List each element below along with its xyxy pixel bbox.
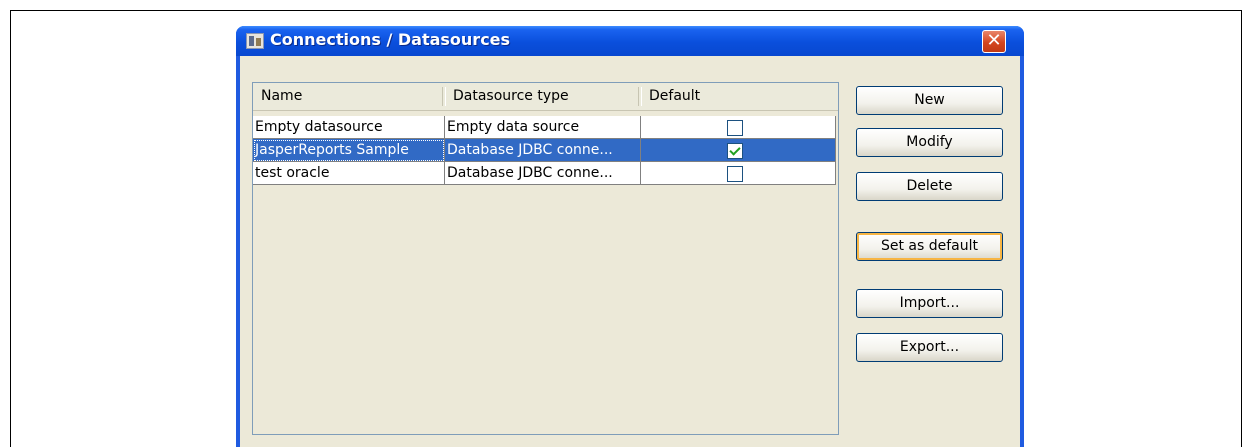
window-title: Connections / Datasources [270,30,511,49]
datasource-table[interactable]: Name Datasource type Default Empty datas… [252,82,839,435]
cell-default [641,116,836,139]
column-header-name[interactable]: Name [253,83,442,110]
table-row[interactable]: test oracle Database JDBC conne... [253,162,836,185]
default-checkbox[interactable] [727,143,743,159]
close-icon: ✕ [986,30,1002,51]
title-bar[interactable]: Connections / Datasources ✕ [236,26,1024,56]
column-header-default[interactable]: Default [641,83,834,110]
new-button[interactable]: New [856,86,1003,115]
cell-type: Empty data source [445,116,641,139]
cell-name: JasperReports Sample [253,139,445,162]
cell-default [641,139,836,162]
default-checkbox[interactable] [727,120,743,136]
cell-type: Database JDBC conne... [445,139,641,162]
modify-button[interactable]: Modify [856,128,1003,157]
table-row[interactable]: JasperReports Sample Database JDBC conne… [253,139,836,162]
set-default-button[interactable]: Set as default [856,232,1003,261]
app-icon [246,33,264,49]
cell-name: test oracle [253,162,445,185]
import-button[interactable]: Import... [856,289,1003,318]
column-header-type[interactable]: Datasource type [445,83,638,110]
cell-default [641,162,836,185]
datasources-dialog: Connections / Datasources ✕ Name Datasou… [236,26,1024,447]
cell-name: Empty datasource [253,116,445,139]
dialog-content: Name Datasource type Default Empty datas… [240,56,1020,447]
cell-type: Database JDBC conne... [445,162,641,185]
close-button[interactable]: ✕ [982,30,1006,53]
table-header: Name Datasource type Default [253,83,838,111]
default-checkbox[interactable] [727,166,743,182]
table-row[interactable]: Empty datasource Empty data source [253,116,836,139]
delete-button[interactable]: Delete [856,172,1003,201]
export-button[interactable]: Export... [856,333,1003,362]
